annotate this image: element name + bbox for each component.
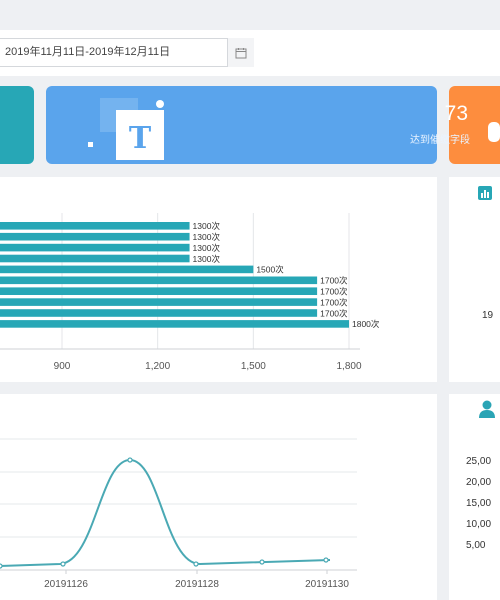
bar-data-label: 1300次 bbox=[193, 243, 221, 253]
bar-data-label: 1800次 bbox=[352, 319, 380, 329]
line-chart: 20191126 20191128 20191130 bbox=[0, 438, 357, 590]
svg-text:T: T bbox=[129, 121, 152, 156]
bar bbox=[0, 265, 254, 274]
bar bbox=[0, 298, 318, 306]
data-point bbox=[60, 561, 66, 567]
data-point bbox=[127, 457, 133, 463]
bar bbox=[0, 309, 318, 317]
y-tick-label: 15,00 bbox=[466, 498, 492, 509]
bar bbox=[0, 276, 318, 285]
data-point bbox=[259, 559, 265, 565]
bar-data-label: 1300次 bbox=[193, 232, 221, 242]
right-panel-value: 19 bbox=[482, 310, 494, 321]
fields-label: 达到催缴字段 bbox=[410, 135, 470, 146]
y-tick-label: 5,00 bbox=[466, 540, 486, 551]
bar bbox=[0, 222, 190, 230]
data-point bbox=[193, 561, 199, 567]
calendar-button[interactable] bbox=[227, 38, 254, 67]
text-T-icon: T bbox=[88, 98, 164, 160]
bar-data-label: 1700次 bbox=[320, 287, 348, 297]
x-tick-label: 20191128 bbox=[175, 579, 219, 590]
x-tick-label: 1,800 bbox=[336, 361, 361, 372]
calendar-icon bbox=[235, 47, 247, 58]
bar bbox=[0, 320, 349, 328]
bar bbox=[0, 287, 318, 295]
x-tick-label: 20191126 bbox=[44, 579, 88, 590]
data-point bbox=[323, 557, 329, 563]
bar-data-label: 1300次 bbox=[193, 254, 221, 264]
x-tick-label: 900 bbox=[54, 361, 71, 372]
series-line bbox=[0, 458, 331, 567]
bar bbox=[0, 232, 190, 241]
bar-data-label: 1500次 bbox=[256, 265, 284, 275]
top-bar bbox=[0, 0, 500, 30]
x-tick-label: 20191130 bbox=[305, 579, 349, 590]
bar-data-label: 1700次 bbox=[320, 276, 348, 286]
horizontal-bar-chart: 1300次1300次1300次1300次1500次1700次1700次1700次… bbox=[0, 213, 380, 372]
y-tick-label: 10,00 bbox=[466, 519, 492, 530]
bar bbox=[0, 243, 190, 252]
bar bbox=[0, 254, 190, 263]
x-tick-label: 1,200 bbox=[145, 361, 170, 372]
x-tick-label: 1,500 bbox=[241, 361, 266, 372]
y-tick-label: 20,00 bbox=[466, 477, 492, 488]
bar-data-label: 1300次 bbox=[193, 221, 221, 231]
data-point bbox=[0, 563, 3, 569]
bar-data-label: 1700次 bbox=[320, 308, 348, 318]
fields-count: 73 bbox=[444, 102, 468, 125]
right-panel-top bbox=[449, 177, 500, 382]
right-panel-bottom bbox=[449, 394, 500, 600]
stat-card-teal bbox=[0, 86, 34, 164]
date-range-input[interactable]: 2019年11月11日-2019年12月11日 bbox=[0, 38, 254, 67]
bar-data-label: 1700次 bbox=[320, 297, 348, 307]
user-icon bbox=[488, 122, 500, 142]
y-tick-label: 25,00 bbox=[466, 456, 492, 467]
person-icon bbox=[479, 400, 495, 418]
bar-chart-icon bbox=[478, 186, 492, 200]
